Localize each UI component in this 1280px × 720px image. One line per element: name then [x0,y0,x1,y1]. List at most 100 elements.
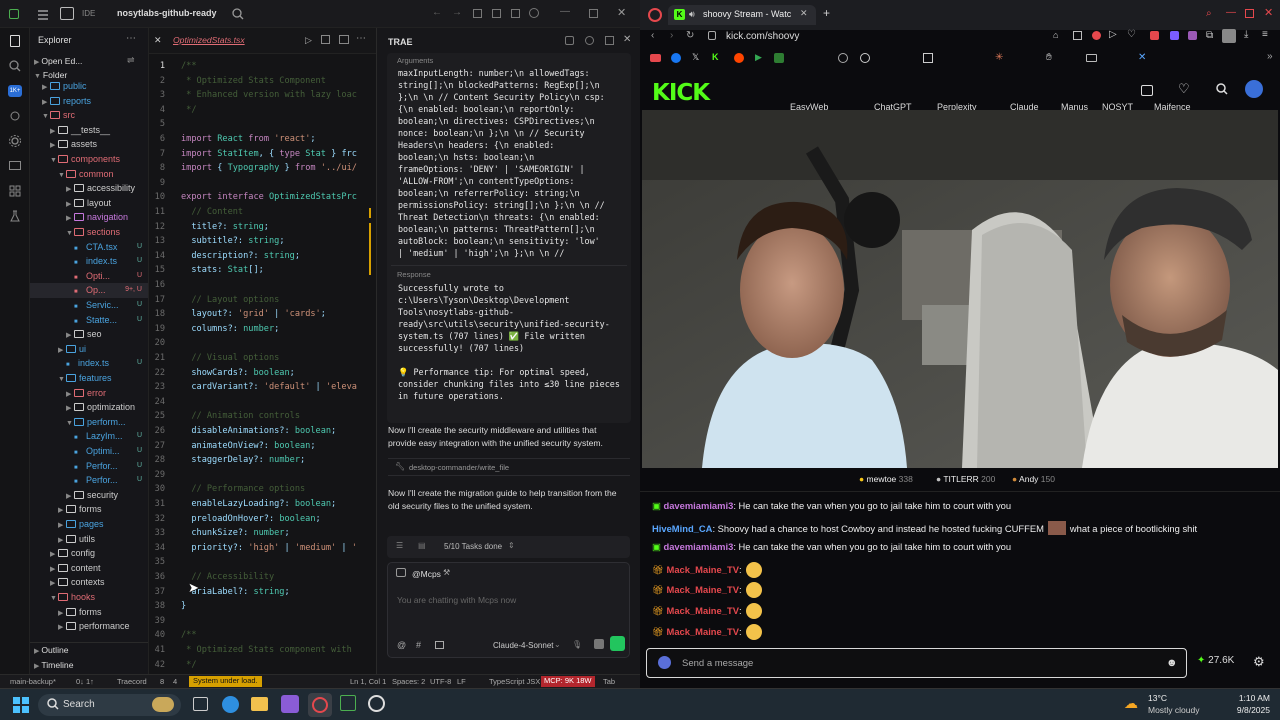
traecord-status[interactable]: Traecord [117,677,147,686]
clock-date[interactable]: 9/8/2025 [1210,705,1270,715]
remote-icon[interactable] [0,153,30,178]
code-line[interactable]: 26 disableAnimations?: boolean; [149,424,377,439]
minimize-browser-icon[interactable]: — [1226,7,1236,18]
code-line[interactable]: 24 [149,395,377,410]
tree-folder[interactable]: ▶ accessibility [30,181,148,196]
chevron-icon[interactable]: ▶ [42,81,50,94]
wikipedia-icon[interactable] [838,53,848,63]
chat-username[interactable]: Mack_Maine_TV [667,626,739,637]
system-load-warning[interactable]: System under load. [189,676,262,687]
code-line[interactable]: 12 title?: string; [149,220,377,235]
tree-folder[interactable]: ▶ seo [30,327,148,342]
tree-folder[interactable]: ▼ src [30,108,148,123]
files-icon[interactable] [0,28,30,53]
timeline-section[interactable]: ▶ Timeline [34,660,73,670]
chevron-icon[interactable]: ▶ [66,490,74,503]
chevron-icon[interactable]: ▼ [66,227,74,240]
model-chevron-icon[interactable]: ⌄ [554,640,561,649]
indent-status[interactable]: Spaces: 2 [392,677,425,686]
code-line[interactable]: 5 [149,117,377,132]
code-line[interactable]: 22 showCards?: boolean; [149,366,377,381]
code-line[interactable]: 8 import { Typography } from '../ui/ [149,161,377,176]
eol-status[interactable]: LF [457,677,466,686]
source-control-icon[interactable]: 1K+ [0,78,30,103]
code-line[interactable]: 27 animateOnView?: boolean; [149,439,377,454]
code-line[interactable]: 42 */ [149,658,377,673]
code-line[interactable]: 16 [149,278,377,293]
menu-icon[interactable]: ≡ [1262,29,1268,40]
tree-folder[interactable]: ▶ performance [30,619,148,634]
code-line[interactable]: 37 ariaLabel?: string; [149,585,377,600]
code-line[interactable]: 30 // Performance options [149,482,377,497]
chat-username[interactable]: Mack_Maine_TV [667,564,739,575]
chevron-icon[interactable]: ▶ [58,344,66,357]
forward-icon[interactable]: › [670,30,673,41]
chevron-icon[interactable]: ▶ [66,212,74,225]
tree-folder[interactable]: ▶ pages [30,517,148,532]
tab-close-icon[interactable]: ✕ [154,35,162,46]
lock-icon[interactable] [708,31,716,40]
code-line[interactable]: 17 // Layout options [149,293,377,308]
search-site-icon[interactable] [1215,82,1229,96]
code-line[interactable]: 38} [149,599,377,614]
code-line[interactable]: 29 [149,468,377,483]
more-actions-icon[interactable]: ⋯ [356,33,366,44]
code-line[interactable]: 33 chunkSize?: number; [149,526,377,541]
code-editor[interactable]: ✕ OptimizedStats.tsx ▷ ⋯ 1 /** 2 * Optimiz… [148,28,377,674]
hash-icon[interactable]: # [416,640,421,650]
editor-tab-optimizedstats[interactable]: OptimizedStats.tsx [173,35,245,45]
tree-folder[interactable]: ▶ layout [30,196,148,211]
split-editor-icon[interactable] [339,35,349,44]
open-editors-section[interactable]: ▶ Open Ed... [34,56,82,66]
chevron-icon[interactable]: ▶ [58,519,66,532]
search-icon[interactable] [231,7,245,21]
more-bookmarks-icon[interactable]: » [1267,51,1273,62]
maximize-browser-icon[interactable] [1245,9,1254,18]
code-line[interactable]: 32 preloadOnHover?: boolean; [149,512,377,527]
image-icon[interactable] [435,641,444,649]
reload-icon[interactable]: ↻ [686,30,694,41]
chat-message[interactable]: 🎁︎ Mack_Maine_TV: [652,623,1272,640]
code-line[interactable]: 40 /** [149,628,377,643]
tree-folder[interactable]: ▶ ui [30,342,148,357]
tree-folder[interactable]: ▶ error [30,386,148,401]
code-line[interactable]: 25 // Animation controls [149,409,377,424]
settings-gear-icon[interactable] [0,128,30,153]
mic-icon[interactable]: 🎙︎ [572,640,582,649]
code-line[interactable]: 18 layout?: 'grid' | 'cards'; [149,307,377,322]
chevron-icon[interactable]: ▶ [58,607,66,620]
code-line[interactable]: 35 [149,555,377,570]
screenshot-icon[interactable] [1073,31,1082,40]
chat-username[interactable]: Mack_Maine_TV [667,584,739,595]
chat-message[interactable]: 🎁︎ Mack_Maine_TV: [652,582,1272,599]
tree-file[interactable]: ■ index.ts U [30,356,148,371]
tab-status[interactable]: Tab [603,677,615,686]
browser-tab-active[interactable]: K 🔊︎ shoovy Stream - Watc [668,5,816,25]
model-selector[interactable]: Claude-4-Sonnet [493,641,553,650]
chat-settings-icon[interactable]: ⚙ [1253,654,1265,670]
code-line[interactable]: 36 // Accessibility [149,570,377,585]
extensions-puzzle-icon[interactable]: ⧉ [1206,30,1213,41]
run-icon[interactable]: ▷ [305,35,312,46]
code-line[interactable]: 23 cardVariant?: 'default' | 'eleva [149,380,377,395]
sync-status[interactable]: 0↓ 1↑ [76,677,94,686]
code-line[interactable]: 31 enableLazyLoading?: boolean; [149,497,377,512]
tree-folder[interactable]: ▶ public [30,79,148,94]
chevron-icon[interactable]: ▶ [58,621,66,634]
tree-file[interactable]: ■ CTA.tsx U [30,240,148,255]
settings-icon[interactable] [605,36,614,45]
chat-username[interactable]: davemiamiami3 [663,541,733,552]
file-explorer-icon[interactable] [251,697,268,711]
tasks-bar[interactable]: ☰ ▤ 5/10 Tasks done ⇕ [387,536,630,558]
player-icon[interactable]: ▷ [1109,29,1117,40]
tree-file[interactable]: ■ Opti... U [30,269,148,284]
minimize-icon[interactable]: — [560,6,570,17]
facebook-icon[interactable] [671,53,681,63]
opera-taskbar-button[interactable] [308,693,332,717]
history-icon[interactable] [585,36,594,45]
url-field[interactable]: kick.com/shoovy [726,31,799,42]
extension-icon[interactable]: ⌂ [1053,30,1058,40]
chevron-icon[interactable]: ▶ [58,504,66,517]
chat-input-box[interactable]: @Mcps ⚒ You are chatting with Mcps now @… [387,562,630,658]
problems-count[interactable]: 8 [160,677,164,686]
